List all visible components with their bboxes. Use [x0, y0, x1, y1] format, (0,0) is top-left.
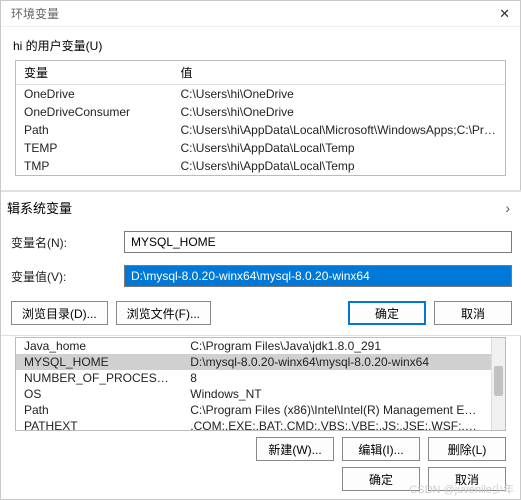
browse-dir-button[interactable]: 浏览目录(D)...: [11, 301, 108, 325]
edit-cancel-button[interactable]: 取消: [434, 301, 512, 325]
var-value-label: 变量值(V):: [11, 268, 106, 285]
var-name-label: 变量名(N):: [11, 234, 106, 251]
table-row[interactable]: MYSQL_HOMED:\mysql-8.0.20-winx64\mysql-8…: [16, 354, 491, 370]
table-row[interactable]: PathC:\Users\hi\AppData\Local\Microsoft\…: [16, 121, 505, 139]
edit-button[interactable]: 编辑(I)...: [342, 437, 420, 461]
table-row[interactable]: OSWindows_NT: [16, 386, 491, 402]
titlebar[interactable]: 环境变量 ✕: [1, 1, 520, 27]
close-icon[interactable]: ✕: [499, 6, 510, 22]
col-value[interactable]: 值: [172, 61, 505, 85]
system-vars-table[interactable]: Java_homeC:\Program Files\Java\jdk1.8.0_…: [15, 337, 506, 431]
var-name-input[interactable]: [124, 231, 512, 253]
cancel-button[interactable]: 取消: [428, 467, 506, 491]
delete-button[interactable]: 删除(L): [428, 437, 506, 461]
new-button[interactable]: 新建(W)...: [256, 437, 334, 461]
scroll-thumb[interactable]: [494, 366, 503, 396]
scrollbar[interactable]: [491, 338, 505, 430]
user-vars-header: hi 的用户变量(U): [1, 27, 520, 60]
table-row[interactable]: PathC:\Program Files (x86)\Intel\Intel(R…: [16, 402, 491, 418]
var-value-input[interactable]: [124, 265, 512, 287]
edit-dialog-title: 辑系统变量: [7, 198, 72, 217]
user-vars-table[interactable]: 变量 值 OneDriveC:\Users\hi\OneDrive OneDri…: [15, 60, 506, 176]
env-vars-dialog: 环境变量 ✕ hi 的用户变量(U) 变量 值 OneDriveC:\Users…: [0, 0, 521, 500]
ok-button[interactable]: 确定: [342, 467, 420, 491]
col-name[interactable]: 变量: [16, 61, 172, 85]
table-row[interactable]: NUMBER_OF_PROCESSORS8: [16, 370, 491, 386]
table-row[interactable]: PATHEXT.COM;.EXE;.BAT;.CMD;.VBS;.VBE;.JS…: [16, 418, 491, 431]
table-row[interactable]: OneDriveConsumerC:\Users\hi\OneDrive: [16, 103, 505, 121]
browse-file-button[interactable]: 浏览文件(F)...: [116, 301, 211, 325]
edit-ok-button[interactable]: 确定: [348, 301, 426, 325]
table-row[interactable]: Java_homeC:\Program Files\Java\jdk1.8.0_…: [16, 338, 491, 354]
table-row[interactable]: TEMPC:\Users\hi\AppData\Local\Temp: [16, 139, 505, 157]
dialog-title: 环境变量: [11, 5, 59, 22]
edit-system-var-dialog: 辑系统变量 › 变量名(N): 变量值(V): 浏览目录(D)... 浏览文件(…: [1, 191, 521, 336]
table-row[interactable]: TMPC:\Users\hi\AppData\Local\Temp: [16, 157, 505, 175]
chevron-right-icon[interactable]: ›: [505, 200, 516, 216]
table-row[interactable]: OneDriveC:\Users\hi\OneDrive: [16, 85, 505, 104]
